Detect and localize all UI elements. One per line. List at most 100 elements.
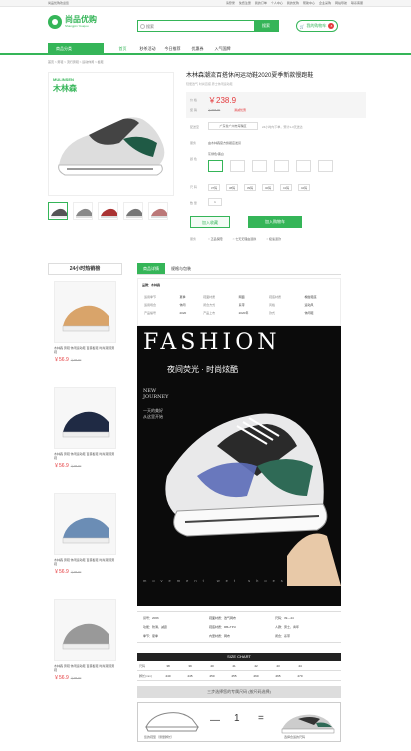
spec-brand: 品牌：木林森 [142, 283, 161, 287]
guarantee-2[interactable]: ○ 七天无理由退换 [233, 237, 257, 241]
top-link-1[interactable]: 请登录 [226, 1, 235, 5]
original-price: ￥298.00 [208, 108, 221, 112]
search-input[interactable] [138, 21, 254, 31]
top-link-3[interactable]: 我的订单 [255, 1, 267, 5]
top-links: 请登录 免费注册 我的订单 个人中心 我的优购 帮助中心 企业采购 网站导航 联系客服 [226, 1, 363, 5]
top-link-6[interactable]: 帮助中心 [303, 1, 315, 5]
color-swatch-5[interactable] [296, 160, 311, 172]
site-logo[interactable]: 尚品优购 Shangpin Youqou [48, 15, 128, 29]
size-chart-cell: 44 [298, 663, 302, 668]
nav-item-3[interactable]: 今日推荐 [160, 43, 185, 55]
logo-name: 尚品优购 [65, 15, 97, 24]
size-chart-cell: 250 [209, 673, 215, 678]
cart-label: 我的购物车 [306, 23, 327, 28]
color-swatch-6[interactable] [318, 160, 333, 172]
delivery-select[interactable]: 广东省广州市海珠区 [208, 122, 258, 130]
cart-icon: 🛒 [299, 23, 305, 29]
product-main-image[interactable]: MULINSEN 木林森 [48, 72, 174, 196]
top-link-4[interactable]: 个人中心 [271, 1, 283, 5]
top-link-5[interactable]: 我的优购 [287, 1, 299, 5]
promo-label: 促 销 [190, 108, 197, 112]
spec-key: 产品上市 [203, 311, 216, 315]
color-swatch-1[interactable] [208, 160, 223, 172]
qty-input[interactable]: 1 [208, 198, 222, 206]
top-link-8[interactable]: 网站导航 [335, 1, 347, 5]
nav-items: 首页 秒杀活动 今日推荐 优惠券 入气国牌 [110, 43, 235, 55]
guarantee-1[interactable]: ○ 正品保障 [208, 237, 223, 241]
size-compare: — 1 = 您的鞋型（测量脚长） 选择合适的尺码 [137, 702, 341, 742]
spec-value: 网面 [238, 295, 245, 299]
promo-tag: 满减优惠 [234, 108, 247, 112]
thumbnail-5[interactable] [148, 202, 168, 220]
hot-item-image [54, 281, 116, 343]
size-chart-cell: 265 [275, 673, 281, 678]
top-link-7[interactable]: 企业采购 [319, 1, 331, 5]
cart-button[interactable]: 🛒 我的购物车 8 [296, 20, 338, 32]
add-favorite-button[interactable]: 加入收藏 [190, 216, 230, 228]
product-detail: 商品详情 规格与包装 品牌：木林森 适用季节 夏季 鞋面材质 网面 鞋底材质 橡胶鞋底 适用场… [137, 263, 341, 742]
spec-key: 适用季节 [144, 295, 157, 299]
hot-item-image [54, 387, 116, 449]
hot-item-3[interactable]: 木林森 男鞋 休闲运动鞋 百搭板鞋 时尚潮流男鞋 ￥56.9 ￥98.00 [48, 493, 122, 593]
color-swatch-3[interactable] [252, 160, 267, 172]
tab-2[interactable]: 规格与包装 [165, 263, 197, 274]
main-nav: 商品分类 首页 秒杀活动 今日推荐 优惠券 入气国牌 [0, 43, 411, 55]
size-option-6[interactable]: 42码 [298, 184, 310, 191]
hot-item-2[interactable]: 木林森 男鞋 休闲运动鞋 百搭板鞋 时尚潮流男鞋 ￥56.9 ￥98.00 [48, 387, 122, 487]
fashion-poster: FASHION 夜间荧光 · 时尚炫酷 NEW JOURNEY 一天的美好 从这… [137, 326, 341, 606]
qty-row: 数 量 1 [186, 198, 366, 210]
thumbnail-4[interactable] [123, 202, 143, 220]
tab-1[interactable]: 商品详情 [137, 263, 165, 274]
thumbnail-1[interactable] [48, 202, 68, 220]
product-title: 木林森潮流百搭休闲运动鞋2020夏季新款慢跑鞋 [186, 73, 314, 79]
cart-count-badge: 8 [328, 23, 335, 29]
hot-item-price: ￥56.9 ￥98.00 [54, 357, 82, 363]
spec-value: 2020 [179, 311, 187, 315]
guarantee-label: 服务 [190, 237, 197, 241]
size-chart-cell: 240 [165, 673, 171, 678]
size-chart: 尺码 38 39 40 41 42 43 44 脚长(mm) 240 245 250 255 260 265… [137, 661, 341, 681]
hot-item-4[interactable]: 木林森 男鞋 休闲运动鞋 百搭板鞋 时尚潮流男鞋 ￥56.9 ￥98.00 [48, 599, 122, 699]
thumbnail-3[interactable] [98, 202, 118, 220]
top-link-2[interactable]: 免费注册 [239, 1, 251, 5]
size-option-5[interactable]: 41码 [280, 184, 292, 191]
nav-item-4[interactable]: 优惠券 [185, 43, 210, 55]
nav-item-1[interactable]: 首页 [110, 43, 135, 55]
guarantee-3[interactable]: ○ 极速退款 [266, 237, 281, 241]
nav-item-5[interactable]: 入气国牌 [210, 43, 235, 55]
nav-item-2[interactable]: 秒杀活动 [135, 43, 160, 55]
size-options: 37码 38码 39码 40码 41码 42码 [208, 184, 310, 191]
compare-caption-left: 您的鞋型（测量脚长） [144, 735, 175, 739]
hot-item-price: ￥56.9 ￥98.00 [54, 569, 82, 575]
color-swatches [208, 160, 333, 172]
size-option-4[interactable]: 40码 [262, 184, 274, 191]
compare-number: 1 [234, 713, 240, 724]
category-menu[interactable]: 商品分类 [48, 43, 104, 55]
product-params: 货号：2066 鞋面材质：透气网布 尺码：39—44 功能：防滑，减震 鞋底材质：RB+… [137, 611, 341, 643]
hot-item-1[interactable]: 木林森 男鞋 休闲运动鞋 百搭板鞋 时尚潮流男鞋 ￥56.9 ￥98.00 [48, 281, 122, 381]
size-chart-cell: 270 [297, 673, 303, 678]
size-option-3[interactable]: 39码 [244, 184, 256, 191]
action-row: 加入收藏 加入购物车 [186, 216, 366, 230]
product-info: 木林森潮流百搭休闲运动鞋2020夏季新款慢跑鞋 轻便透气 时尚百搭 男士休闲运动… [186, 72, 366, 246]
color-swatch-4[interactable] [274, 160, 289, 172]
size-chart-cell: 40 [210, 663, 214, 668]
size-chart-title: SIZE CHART [137, 653, 341, 661]
size-option-1[interactable]: 37码 [208, 184, 220, 191]
top-link-9[interactable]: 联系客服 [351, 1, 363, 5]
size-option-2[interactable]: 38码 [226, 184, 238, 191]
spec-row: 适用场合 休闲 闭合方式 系带 风格 运动风 [142, 301, 338, 309]
param-cell: 内里材质：网布 [209, 634, 231, 638]
hot-item-desc: 木林森 男鞋 休闲运动鞋 百搭板鞋 时尚潮流男鞋 [54, 558, 115, 566]
add-to-cart-button[interactable]: 加入购物车 [248, 216, 302, 228]
spec-key: 风格 [268, 303, 275, 307]
color-swatch-2[interactable] [230, 160, 245, 172]
thumbnail-strip [48, 202, 168, 220]
service-label: 服务 [190, 141, 197, 145]
size-chart-cell: 42 [254, 663, 258, 668]
thumbnail-2[interactable] [73, 202, 93, 220]
search-button[interactable]: 搜索 [254, 21, 278, 31]
service-row: 服务 由木林森官方旗舰店发货 [186, 138, 366, 150]
param-cell: 货号：2066 [143, 616, 159, 620]
spec-value: 系带 [238, 303, 245, 307]
